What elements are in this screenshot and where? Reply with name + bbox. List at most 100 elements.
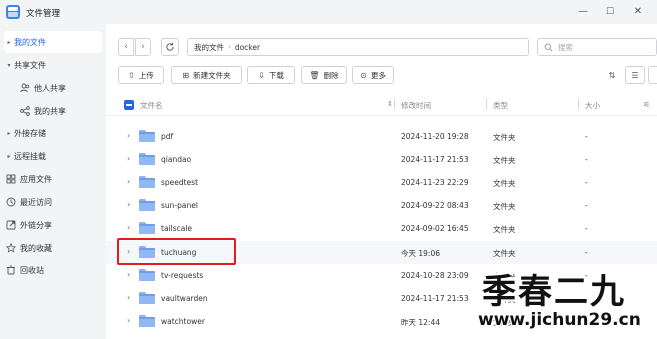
- file-row[interactable]: › vaultwarden 2024-11-17 21:53 文件夹 -: [106, 287, 657, 310]
- file-row[interactable]: › tv-requests 2024-10-28 23:09 文件夹 -: [106, 264, 657, 287]
- sidebar-item-my-files[interactable]: ▸ 我的文件: [4, 31, 102, 53]
- clock-icon: [6, 197, 16, 207]
- select-all-checkbox[interactable]: [124, 100, 134, 110]
- close-button[interactable]: ✕: [630, 4, 646, 20]
- sort-button[interactable]: ⇅: [602, 66, 622, 84]
- chevron-right-icon[interactable]: ›: [127, 293, 130, 302]
- folder-icon: [139, 199, 155, 211]
- sidebar-item-external-storage[interactable]: ▸ 外接存储: [4, 122, 102, 144]
- grid-view-button[interactable]: [648, 66, 657, 84]
- file-type: 文件夹: [493, 179, 516, 188]
- file-type: 文件夹: [493, 295, 516, 304]
- trash-icon: 🗑︎: [309, 70, 320, 80]
- sidebar-item-label: 远程挂载: [14, 151, 46, 161]
- file-size: -: [585, 294, 588, 303]
- download-label: 下载: [268, 70, 284, 80]
- file-name[interactable]: qiandao: [161, 155, 191, 164]
- sidebar-item-remote-mount[interactable]: ▸ 远程挂载: [4, 145, 102, 167]
- chevron-right-icon: ›: [141, 42, 145, 52]
- chevron-right-icon[interactable]: ›: [127, 177, 130, 186]
- file-name[interactable]: tailscale: [161, 224, 192, 233]
- folder-plus-icon: ⊞: [182, 70, 190, 80]
- file-name[interactable]: sun-panel: [161, 201, 198, 210]
- chevron-right-icon: ▸: [7, 129, 11, 137]
- star-icon: [5, 242, 17, 253]
- sidebar-item-recent[interactable]: 最近访问: [4, 191, 102, 213]
- file-manager-app-icon: [6, 5, 20, 19]
- file-name[interactable]: vaultwarden: [161, 294, 208, 303]
- sidebar-item-label: 应用文件: [20, 174, 52, 184]
- sort-arrows-icon[interactable]: ⇕: [387, 100, 393, 108]
- forward-button[interactable]: ›: [135, 38, 151, 56]
- sidebar-item-favorites[interactable]: 我的收藏: [4, 237, 102, 259]
- upload-button[interactable]: ⇧ 上传: [118, 66, 164, 84]
- file-row[interactable]: › tailscale 2024-09-02 16:45 文件夹 -: [106, 217, 657, 240]
- file-name[interactable]: pdf: [161, 132, 173, 141]
- file-type: 文件夹: [493, 249, 516, 258]
- file-size: -: [585, 178, 588, 187]
- file-mtime: 2024-11-17 21:53: [401, 294, 469, 303]
- file-type: 文件夹: [493, 225, 516, 234]
- sidebar-item-others-shared[interactable]: 他人共享: [4, 77, 102, 99]
- highlight-annotation: [117, 238, 236, 265]
- grid-icon: [6, 174, 16, 184]
- column-settings-icon[interactable]: ⚟: [643, 100, 650, 109]
- chevron-right-icon[interactable]: ›: [127, 200, 130, 209]
- column-divider[interactable]: [486, 98, 487, 110]
- download-button[interactable]: ⇩ 下载: [247, 66, 295, 84]
- file-name[interactable]: speedtest: [161, 178, 198, 187]
- column-header-type[interactable]: 类型: [493, 100, 508, 111]
- new-folder-button[interactable]: ⊞ 新建文件夹: [171, 66, 242, 84]
- delete-button[interactable]: 🗑︎ 删除: [301, 66, 347, 84]
- column-divider[interactable]: [394, 98, 395, 110]
- delete-label: 删除: [323, 70, 339, 80]
- file-type: 文件夹: [493, 133, 516, 142]
- file-size: -: [585, 132, 588, 141]
- more-circle-icon: ⊙: [360, 70, 367, 80]
- file-mtime: 昨天 12:44: [401, 318, 440, 327]
- column-divider[interactable]: [578, 98, 579, 110]
- file-row[interactable]: › watchtower 昨天 12:44 文件夹 -: [106, 310, 657, 333]
- list-view-button[interactable]: ☰: [625, 66, 645, 84]
- file-row[interactable]: › qiandao 2024-11-17 21:53 文件夹 -: [106, 148, 657, 171]
- sidebar-item-link-share[interactable]: 外链分享: [4, 214, 102, 236]
- maximize-button[interactable]: ☐: [602, 4, 618, 20]
- file-name[interactable]: tv-requests: [161, 271, 203, 280]
- more-button[interactable]: ⊙ 更多: [352, 66, 394, 84]
- chevron-right-icon[interactable]: ›: [127, 154, 130, 163]
- trash-icon: [6, 265, 16, 275]
- search-input[interactable]: 搜索: [537, 38, 657, 56]
- back-button[interactable]: ‹: [118, 38, 134, 56]
- sidebar-item-label: 我的共享: [34, 106, 66, 116]
- chevron-right-icon[interactable]: ›: [127, 223, 130, 232]
- file-row[interactable]: › speedtest 2024-11-23 22:29 文件夹 -: [106, 171, 657, 194]
- column-header-size[interactable]: 大小: [585, 100, 600, 111]
- sidebar-item-app-files[interactable]: 应用文件: [4, 168, 102, 190]
- chevron-right-icon: ▸: [7, 38, 11, 46]
- minimize-button[interactable]: —: [575, 4, 591, 20]
- sidebar-item-my-shares[interactable]: 我的共享: [4, 100, 102, 122]
- chevron-right-icon[interactable]: ›: [127, 316, 130, 325]
- file-mtime: 2024-11-20 19:28: [401, 132, 469, 141]
- file-row[interactable]: › pdf 2024-11-20 19:28 文件夹 -: [106, 125, 657, 148]
- sidebar-item-label: 外接存储: [14, 128, 46, 138]
- title-bar: 文件管理 — ☐ ✕: [0, 0, 657, 24]
- path-breadcrumb[interactable]: 我的文件 › docker: [187, 38, 529, 56]
- file-row[interactable]: › sun-panel 2024-09-22 08:43 文件夹 -: [106, 194, 657, 217]
- file-type: 文件夹: [493, 202, 516, 211]
- column-header-name[interactable]: 文件名: [140, 100, 163, 111]
- breadcrumb-item[interactable]: 我的文件: [194, 42, 224, 53]
- sidebar-item-shared-files[interactable]: ▾ 共享文件: [4, 54, 102, 76]
- file-mtime: 今天 19:06: [401, 249, 440, 258]
- file-name[interactable]: watchtower: [161, 317, 205, 326]
- folder-icon: [139, 292, 155, 304]
- file-type: 文件夹: [493, 272, 516, 281]
- sidebar-item-label: 回收站: [20, 265, 44, 275]
- column-header-mtime[interactable]: 修改时间: [401, 100, 431, 111]
- breadcrumb-item[interactable]: docker: [235, 43, 260, 52]
- chevron-right-icon[interactable]: ›: [127, 270, 130, 279]
- refresh-button[interactable]: [161, 38, 179, 56]
- chevron-right-icon[interactable]: ›: [127, 131, 130, 140]
- sidebar-item-trash[interactable]: 回收站: [4, 259, 102, 281]
- upload-label: 上传: [138, 70, 154, 80]
